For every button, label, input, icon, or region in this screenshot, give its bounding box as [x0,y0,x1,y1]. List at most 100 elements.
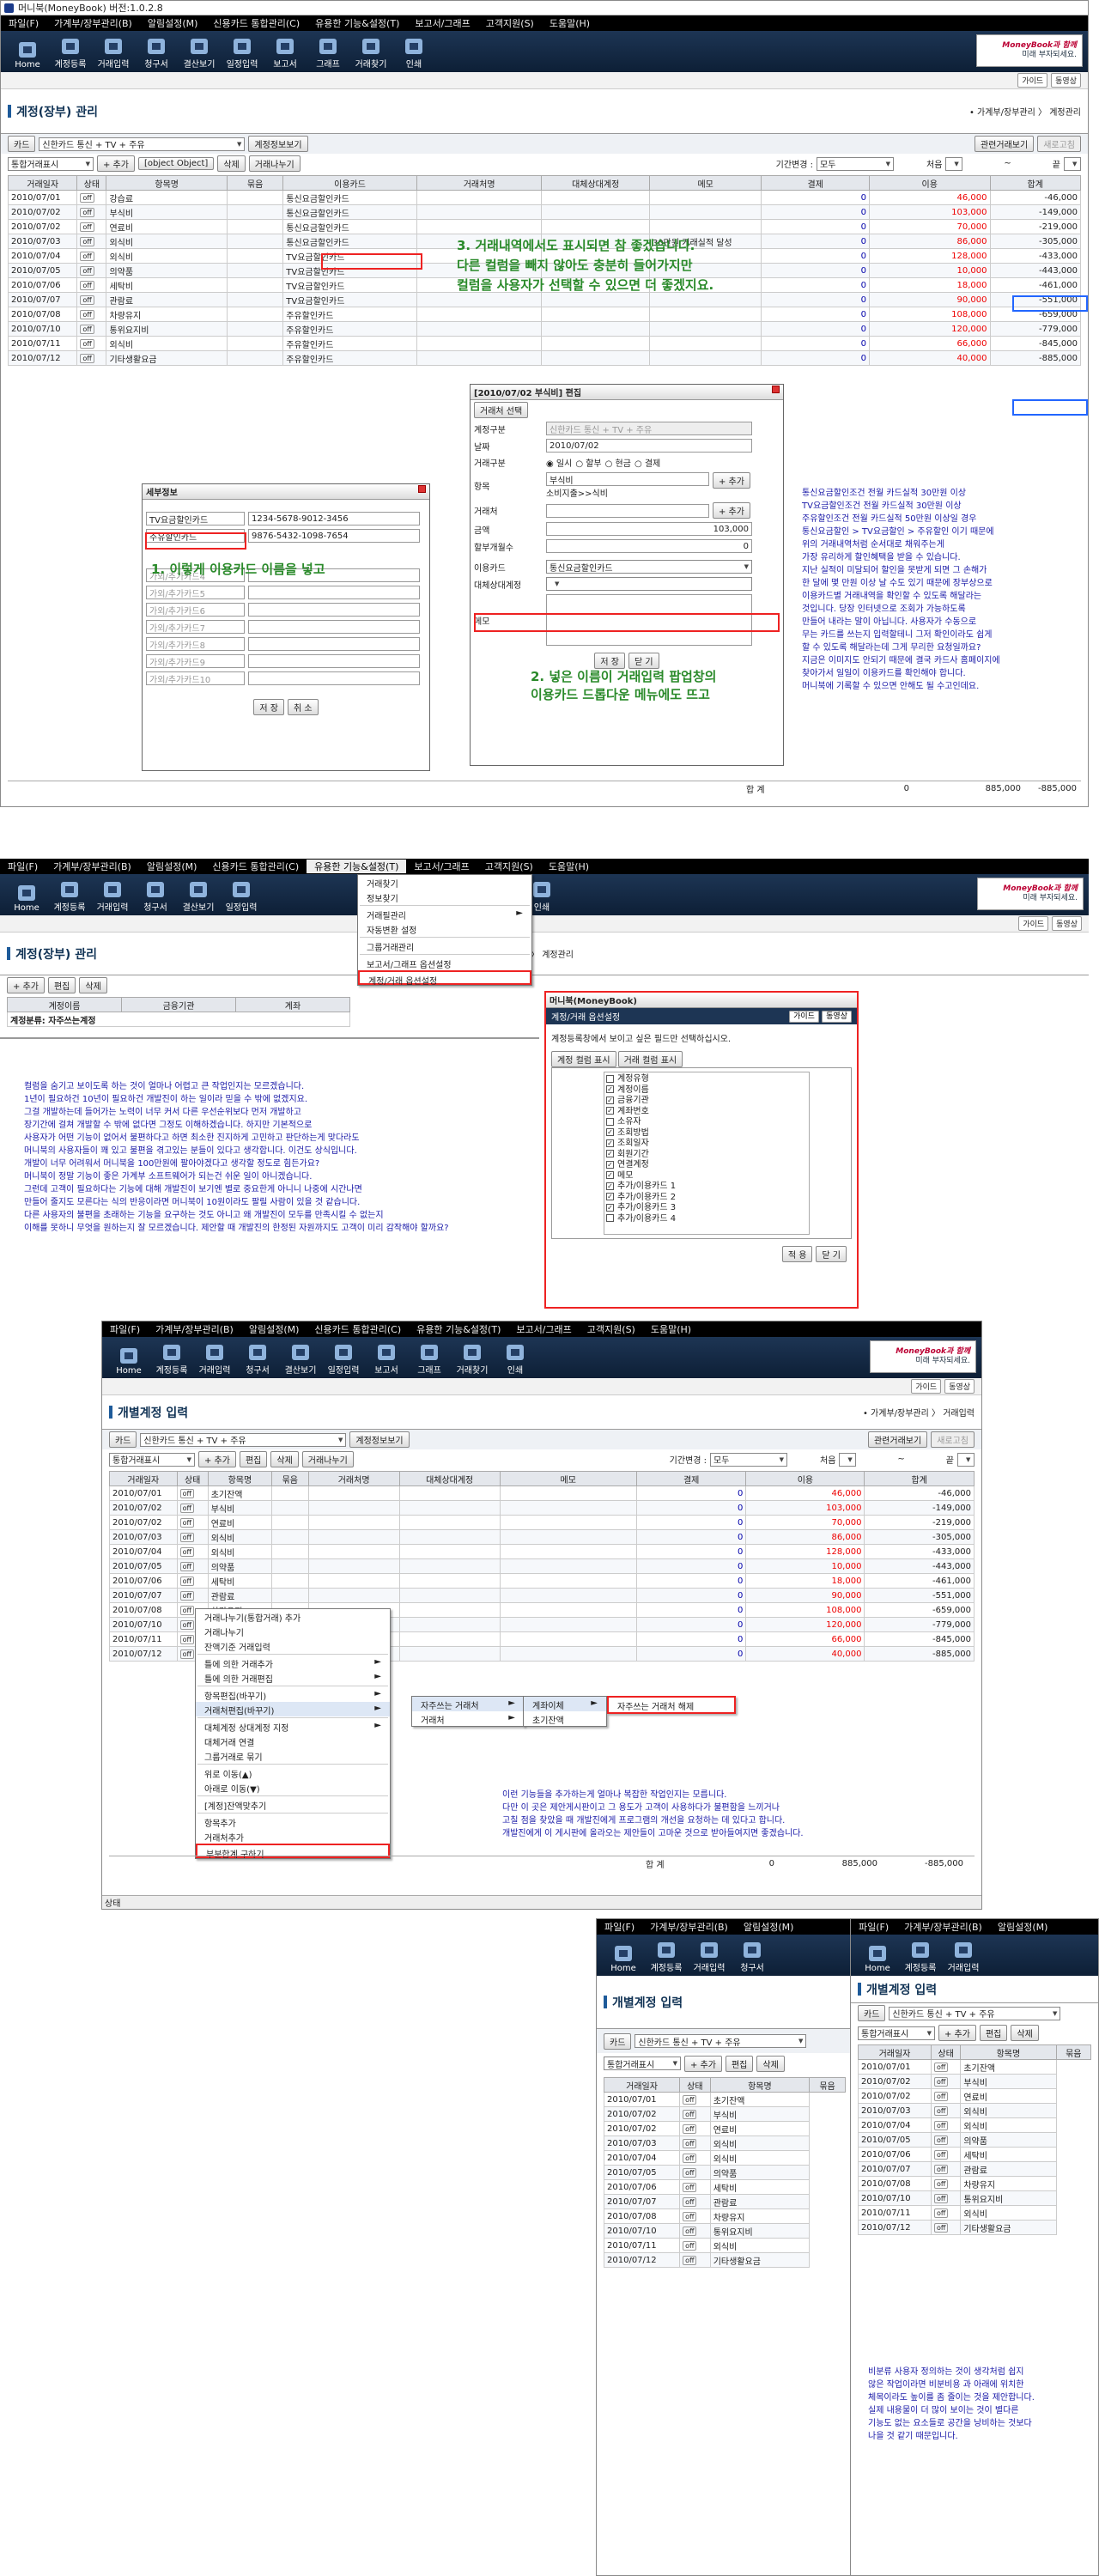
menu-help[interactable]: 도움말(H) [541,860,597,873]
menu-card[interactable]: 신용카드 통합관리(C) [307,1322,409,1336]
item-add-button[interactable]: + 추가 [713,472,750,489]
table-row[interactable]: 2010/07/11 off 외식비 [603,2238,846,2253]
table-row[interactable]: 2010/07/04 off 외식비 0 128,000 -433,000 [109,1544,975,1559]
menu-alert[interactable]: 알림설정(M) [241,1322,307,1336]
column-option[interactable]: ✓ 조회일자 [606,1139,807,1150]
card-number-field[interactable] [248,654,420,668]
menu-file[interactable]: 파일(F) [851,1920,896,1934]
col-header[interactable]: 대체상대계정 [398,1471,501,1486]
status-toggle[interactable]: off [179,1590,194,1601]
col-header[interactable]: 묶음 [271,1471,309,1486]
column-option[interactable]: ✓ 계정이름 [606,1085,807,1097]
toolbar-search[interactable]: 거래찾기 [349,33,392,72]
checkbox-icon[interactable]: ✓ [606,1128,614,1136]
close-icon[interactable] [418,485,426,493]
table-row[interactable]: 2010/07/03 off 외식비 [603,2136,846,2151]
toolbar-home[interactable]: Home [602,1936,645,1976]
status-toggle[interactable]: off [683,2167,697,2178]
toolbar-bill[interactable]: 청구서 [135,33,178,72]
col-header[interactable]: 묶음 [226,175,284,191]
status-toggle[interactable]: off [179,1605,194,1615]
table-row[interactable]: 2010/07/02 off 연료비 [858,2088,1091,2104]
col-acct-no[interactable]: 계좌 [235,997,350,1012]
col-header[interactable]: 결제 [635,1471,747,1486]
card-select[interactable]: 신한카드 통신 + TV + 주유 [39,137,246,151]
toolbar-transaction[interactable]: 거래입력 [688,1936,731,1976]
submenu-vendor[interactable]: 거래처 ► [412,1711,524,1726]
column-option[interactable]: 추가/이용카드 4 [606,1214,807,1225]
col-account-name[interactable]: 계정이름 [7,997,122,1012]
table-row[interactable]: 2010/07/06 off 세탁비 [858,2147,1091,2162]
close-button[interactable]: 닫 기 [816,1246,847,1262]
toolbar-report[interactable]: 보고서 [264,33,307,72]
acct-field[interactable]: 신한카드 통신 + TV + 주유 [546,422,752,435]
delete-button[interactable]: 삭제 [1011,2025,1039,2041]
table-row[interactable]: 2010/07/12 off 기타생활요금 [858,2220,1091,2235]
refresh-button[interactable]: 새로고침 [1037,136,1081,152]
delete-button[interactable]: 삭제 [756,2055,785,2072]
table-row[interactable]: 2010/07/01 off 강습료 통신요금할인카드 0 46,000 -46,000 [7,190,1082,205]
column-option[interactable]: ✓ 메모 [606,1171,807,1182]
col-header[interactable]: 거래일자 [603,2077,681,2093]
card-select[interactable]: 신한카드 통신 + TV + 주유 [140,1432,347,1447]
context-menu-item[interactable]: 항목추가 [196,1814,390,1829]
menu-help[interactable]: 도움말(H) [643,1322,699,1336]
context-menu-item[interactable]: 거래처편집(바꾸기) ► [196,1702,390,1716]
table-row[interactable]: 2010/07/11 off 외식비 주유할인카드 0 66,000 -845,000 [7,336,1082,351]
column-option[interactable]: ✓ 계좌번호 [606,1107,807,1118]
table-row[interactable]: 2010/07/12 off 기타생활요금 주유할인카드 0 40,000 -885,000 [7,350,1082,366]
menu-report[interactable]: 보고서/그래프 [407,16,477,30]
checkbox-icon[interactable] [606,1117,614,1126]
status-toggle[interactable]: off [933,2208,949,2218]
card-name-field[interactable]: 가외/추가카드6 [146,603,245,617]
col-header[interactable]: 메모 [499,1471,637,1486]
table-row[interactable]: 2010/07/04 off 외식비 [858,2117,1091,2133]
installment-field[interactable]: 0 [546,539,752,553]
table-row[interactable]: 2010/07/03 off 외식비 [858,2103,1091,2118]
tab-transaction-columns[interactable]: 거래 컬럼 표시 [617,1051,683,1067]
add-button[interactable]: + 추가 [684,2055,722,2072]
toolbar-graph[interactable]: 그래프 [307,33,349,72]
context-menu-item[interactable]: 위로 이동(▲) [196,1765,390,1780]
checkbox-icon[interactable]: ✓ [606,1085,614,1093]
context-menu-item[interactable]: 거래나누기 [196,1624,390,1638]
context-menu-item[interactable]: 아래로 이동(▼) [196,1780,390,1795]
add-button[interactable]: + 추가 [938,2025,976,2041]
table-row[interactable]: 2010/07/10 off 통위요지비 [603,2223,846,2239]
submenu-transfer[interactable]: 계좌이체 ► [524,1697,606,1711]
col-header[interactable]: 상태 [679,2077,711,2093]
menu-alert[interactable]: 알림설정(M) [990,1920,1056,1934]
context-menu-item[interactable]: 잔액기준 거래입력 [196,1638,390,1653]
filter-select[interactable]: 통합거래표시 [604,2057,681,2070]
end-select[interactable] [1064,156,1081,171]
toolbar-home[interactable]: Home [856,1936,899,1976]
card-button[interactable]: 카드 [8,136,36,152]
edit-button[interactable]: 편집 [979,2025,1008,2041]
account-info-button[interactable]: 계정정보보기 [248,136,308,152]
toolbar-account[interactable]: 계정등록 [899,1936,942,1976]
account-info-button[interactable]: 계정정보보기 [349,1431,410,1448]
context-menu-item[interactable]: 항목편집(바꾸기) ► [196,1687,390,1702]
vendor-add-button[interactable]: + 추가 [713,502,750,519]
col-header[interactable]: 상태 [76,175,107,191]
card-name-field[interactable]: 가외/추가카드8 [146,637,245,651]
toolbar-settle[interactable]: 결산보기 [279,1339,322,1378]
vendor-field[interactable] [546,503,709,518]
context-menu-item[interactable]: 틀에 의한 거래편집 ► [196,1670,390,1685]
menu-file[interactable]: 파일(F) [1,16,46,30]
edit-button[interactable]: 편집 [47,977,76,993]
table-row[interactable]: 2010/07/02 off 연료비 [603,2121,846,2136]
type-radio-4[interactable]: ○ 결제 [635,456,660,469]
submenu-initial-balance[interactable]: 초기잔액 [524,1711,606,1726]
menu-ledger[interactable]: 가계부/장부관리(B) [896,1920,990,1934]
table-row[interactable]: 2010/07/05 off 의약품 [858,2132,1091,2148]
menu-ledger[interactable]: 가계부/장부관리(B) [46,860,139,873]
toolbar-print[interactable]: 인쇄 [392,33,435,72]
alt-account-field[interactable] [546,577,752,591]
status-toggle[interactable]: off [80,295,94,305]
status-toggle[interactable]: off [683,2109,697,2119]
group-row[interactable]: 계정분류: 자주쓰는계정 [7,1012,350,1027]
period-select[interactable]: 모두 [710,1452,787,1467]
card-number-field[interactable] [248,620,420,634]
context-menu-item[interactable]: 거래처추가 [196,1829,390,1844]
